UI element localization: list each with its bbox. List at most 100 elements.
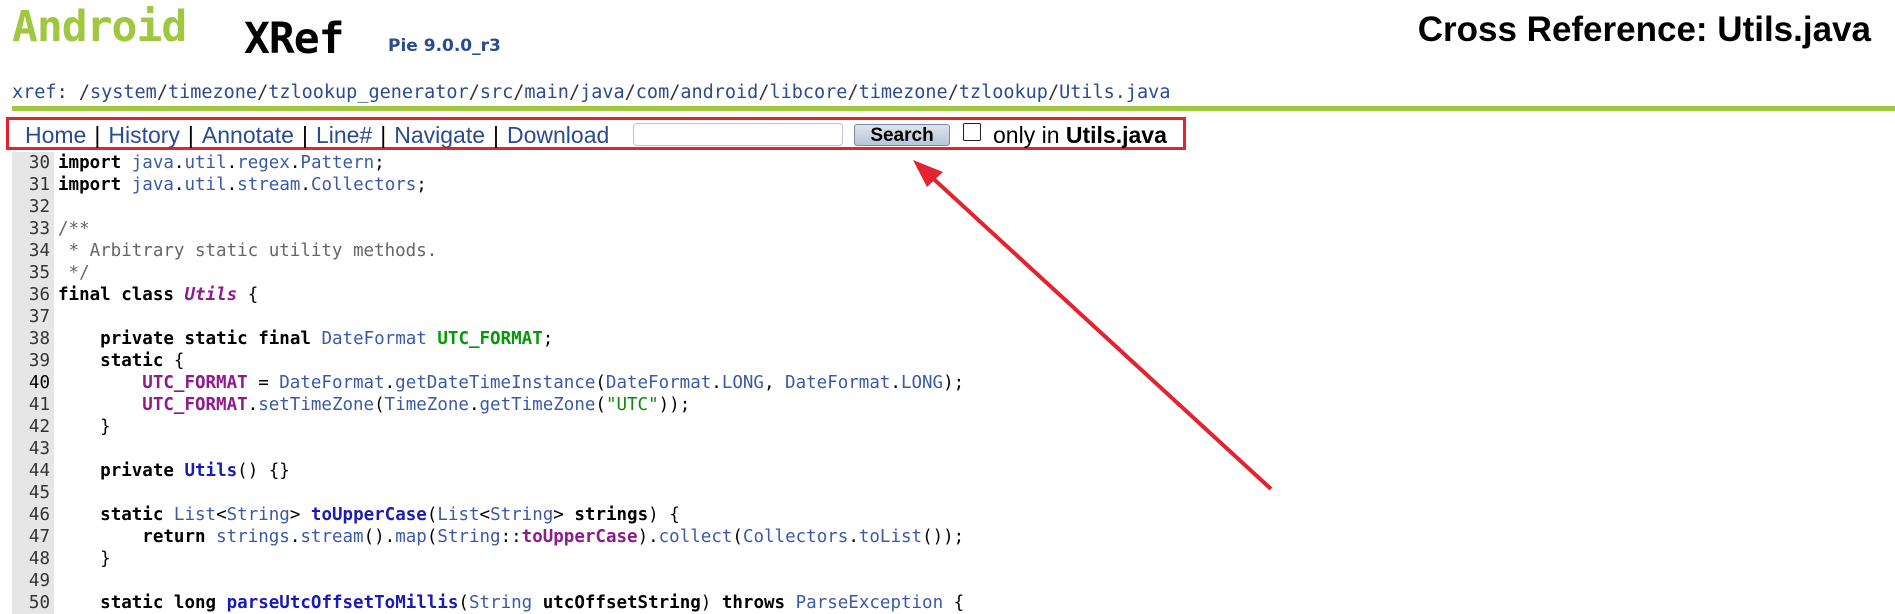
code-symbol-link[interactable]: setTimeZone: [258, 395, 374, 415]
code-symbol-link[interactable]: DateFormat: [321, 329, 426, 349]
code-symbol-link[interactable]: Collectors: [311, 175, 416, 195]
toolbar-link-home[interactable]: Home: [25, 122, 86, 148]
line-number-link[interactable]: 42: [12, 416, 54, 438]
code-symbol-link[interactable]: stream: [300, 527, 363, 547]
code-token: final: [258, 329, 311, 349]
toolbar-link-history[interactable]: History: [108, 122, 180, 148]
code-symbol-link[interactable]: String: [227, 505, 290, 525]
breadcrumb-link-utils-java[interactable]: Utils.java: [1059, 82, 1170, 103]
code-symbol-link[interactable]: collect: [659, 527, 733, 547]
code-symbol-link[interactable]: Collectors: [743, 527, 848, 547]
code-symbol-link[interactable]: stream: [237, 175, 300, 195]
code-symbol-link[interactable]: DateFormat: [606, 373, 711, 393]
code-symbol-link[interactable]: getDateTimeInstance: [395, 373, 595, 393]
code-symbol-link[interactable]: util: [184, 153, 226, 173]
search-input[interactable]: [633, 123, 843, 146]
line-number-link[interactable]: 30: [12, 152, 54, 174]
breadcrumb-link-timezone[interactable]: timezone: [859, 82, 948, 103]
line-number-link[interactable]: 41: [12, 394, 54, 416]
code-symbol-link[interactable]: java: [132, 175, 174, 195]
code-symbol-link[interactable]: strings: [216, 527, 290, 547]
line-number-link[interactable]: 33: [12, 218, 54, 240]
toolbar-separator: |: [380, 122, 387, 148]
code-symbol-link[interactable]: LONG: [722, 373, 764, 393]
code-token: ;: [416, 175, 427, 195]
toolbar-link-navigate[interactable]: Navigate: [394, 122, 485, 148]
code-symbol-link[interactable]: String: [469, 593, 532, 613]
code-token: static: [184, 329, 248, 349]
code-symbol-link[interactable]: toUpperCase: [522, 527, 638, 547]
code-symbol-link[interactable]: Utils: [184, 461, 237, 481]
line-number-link[interactable]: 40: [12, 372, 54, 394]
breadcrumb-link-main[interactable]: main: [524, 82, 569, 103]
line-number-link[interactable]: 39: [12, 350, 54, 372]
breadcrumb-link-java[interactable]: java: [580, 82, 625, 103]
breadcrumb-link-tzlookup-generator[interactable]: tzlookup_generator: [268, 82, 468, 103]
code-token: {: [943, 593, 965, 613]
search-button[interactable]: Search: [854, 124, 950, 146]
code-symbol-link[interactable]: String: [437, 527, 500, 547]
line-number-link[interactable]: 43: [12, 438, 54, 460]
code-symbol-link[interactable]: DateFormat: [279, 373, 384, 393]
code-symbol-link[interactable]: parseUtcOffsetToMillis: [227, 593, 459, 613]
code-symbol-link[interactable]: List: [174, 505, 216, 525]
line-number-link[interactable]: 47: [12, 526, 54, 548]
breadcrumb-root-link[interactable]: xref: [12, 82, 57, 103]
toolbar-link-annotate[interactable]: Annotate: [202, 122, 294, 148]
code-symbol-link[interactable]: toList: [859, 527, 922, 547]
code-token: (: [426, 527, 438, 547]
code-symbol-link[interactable]: util: [184, 175, 226, 195]
line-number-link[interactable]: 35: [12, 262, 54, 284]
breadcrumb-link-com[interactable]: com: [636, 82, 669, 103]
line-number-link[interactable]: 38: [12, 328, 54, 350]
code-symbol-link[interactable]: UTC_FORMAT: [142, 395, 247, 415]
line-number-link[interactable]: 44: [12, 460, 54, 482]
breadcrumb-link-src[interactable]: src: [480, 82, 513, 103]
line-number-link[interactable]: 46: [12, 504, 54, 526]
line-number-link[interactable]: 45: [12, 482, 54, 504]
code-symbol-link[interactable]: java: [132, 153, 174, 173]
breadcrumb-link-tzlookup[interactable]: tzlookup: [959, 82, 1048, 103]
code-line: 39 static {: [12, 350, 1895, 372]
code-symbol-link[interactable]: ParseException: [796, 593, 944, 613]
code-symbol-link[interactable]: utcOffsetString: [543, 593, 701, 613]
code-symbol-link[interactable]: getTimeZone: [480, 395, 596, 415]
code-symbol-link[interactable]: strings: [574, 505, 648, 525]
code-symbol-link[interactable]: DateFormat: [785, 373, 890, 393]
code-symbol-link[interactable]: List: [437, 505, 479, 525]
code-text: import java.util.regex.Pattern;: [54, 152, 385, 174]
code-symbol-link[interactable]: Pattern: [300, 153, 374, 173]
code-symbol-link[interactable]: UTC_FORMAT: [437, 329, 542, 349]
line-number-link[interactable]: 48: [12, 548, 54, 570]
code-symbol-link[interactable]: map: [395, 527, 427, 547]
line-number-link[interactable]: 32: [12, 196, 54, 218]
breadcrumb-link-system[interactable]: system: [90, 82, 157, 103]
code-symbol-link[interactable]: Utils: [184, 285, 237, 305]
breadcrumb-link-android[interactable]: android: [680, 82, 758, 103]
line-number-link[interactable]: 34: [12, 240, 54, 262]
breadcrumb-link-timezone[interactable]: timezone: [168, 82, 257, 103]
code-symbol-link[interactable]: regex: [237, 153, 290, 173]
code-token: >: [289, 505, 311, 525]
code-symbol-link[interactable]: toUpperCase: [311, 505, 427, 525]
toolbar-links: Home | History | Annotate | Line# | Navigate | Dow…: [25, 122, 609, 149]
code-token: .: [289, 153, 301, 173]
code-symbol-link[interactable]: TimeZone: [385, 395, 469, 415]
code-token: .: [173, 153, 185, 173]
line-number-link[interactable]: 49: [12, 570, 54, 592]
breadcrumb-link-libcore[interactable]: libcore: [769, 82, 847, 103]
code-symbol-link[interactable]: LONG: [901, 373, 943, 393]
code-token: throws: [721, 593, 786, 613]
only-in-file-checkbox[interactable]: [963, 123, 981, 141]
line-number-link[interactable]: 31: [12, 174, 54, 196]
line-number-link[interactable]: 50: [12, 592, 54, 614]
code-token: {: [237, 285, 259, 305]
code-text: private static final DateFormat UTC_FORM…: [54, 328, 553, 350]
code-token: final: [58, 285, 111, 305]
code-symbol-link[interactable]: String: [490, 505, 553, 525]
toolbar-link-line[interactable]: Line#: [316, 122, 372, 148]
line-number-link[interactable]: 36: [12, 284, 54, 306]
line-number-link[interactable]: 37: [12, 306, 54, 328]
code-symbol-link[interactable]: UTC_FORMAT: [142, 373, 247, 393]
toolbar-link-download[interactable]: Download: [507, 122, 609, 148]
